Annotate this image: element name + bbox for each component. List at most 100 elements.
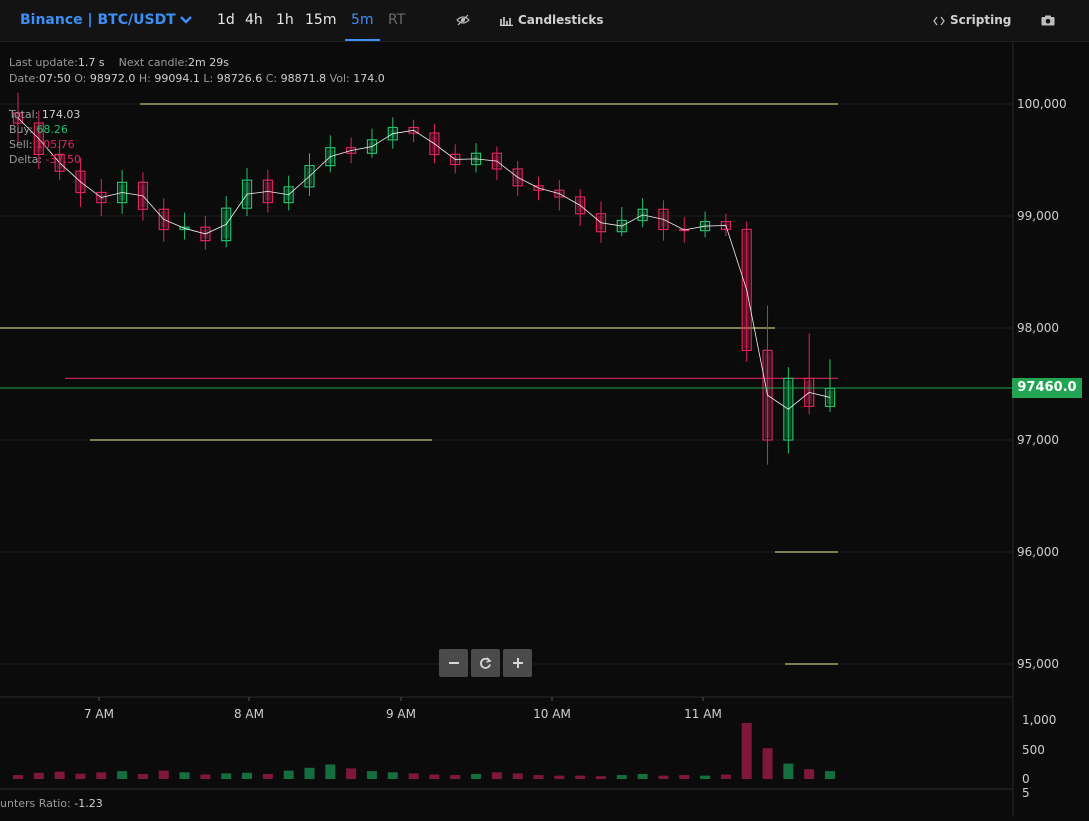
volume-bar	[117, 771, 127, 779]
order-levels	[0, 104, 838, 664]
volume-bar	[617, 775, 627, 779]
volume-bar	[55, 772, 65, 779]
time-tick-label: 10 AM	[533, 707, 571, 721]
chevron-down-icon	[180, 16, 192, 24]
volume-bars	[13, 723, 835, 779]
volume-bar	[13, 775, 23, 779]
volume-bar	[200, 775, 210, 779]
volume-bar	[492, 772, 502, 779]
volume-bar	[679, 775, 689, 779]
volume-bar	[554, 776, 564, 779]
volume-bar	[159, 771, 169, 779]
camera-icon	[1041, 15, 1055, 26]
tf-rt[interactable]: RT	[388, 0, 405, 41]
chart-area[interactable]: 100,00099,00098,00097,00096,00095,000 7 …	[0, 41, 1089, 817]
volume-bar	[221, 773, 231, 779]
buy-value: 68.26	[36, 123, 68, 136]
tf-5m[interactable]: 5m	[351, 0, 374, 41]
code-icon	[933, 16, 945, 26]
volume-bar	[783, 764, 793, 779]
price-tick-label: 100,000	[1017, 97, 1067, 111]
symbol-selector[interactable]: Binance | BTC/USDT	[20, 0, 192, 41]
update-info: Last update:1.7 s Next candle:2m 29s	[9, 56, 229, 69]
ratio-value: -1.23	[74, 797, 102, 810]
volume-bar	[304, 768, 314, 779]
tf-15m[interactable]: 15m	[305, 0, 336, 41]
zoom-in-button[interactable]	[503, 649, 532, 677]
volume-bar	[242, 773, 252, 779]
tf-1d[interactable]: 1d	[217, 0, 235, 41]
volume-axis: 1,00050005	[1022, 713, 1056, 800]
delta-info: Total: 174.03 Buy: 68.26 Sell: 105.76 De…	[9, 107, 81, 167]
next-candle-value: 2m 29s	[188, 56, 229, 69]
ohlc-info: Date:07:50 O: 98972.0 H: 99094.1 L: 9872…	[9, 72, 385, 85]
volume-bar	[742, 723, 752, 779]
chart-type-button[interactable]: Candlesticks	[500, 0, 604, 41]
zoom-out-button[interactable]	[439, 649, 468, 677]
reset-zoom-button[interactable]	[471, 649, 500, 677]
volume-bar	[450, 775, 460, 779]
volume-bar	[34, 773, 44, 779]
volume-bar	[138, 774, 148, 779]
price-chart[interactable]: 100,00099,00098,00097,00096,00095,000 7 …	[0, 41, 1089, 817]
time-tick-label: 11 AM	[684, 707, 722, 721]
total-value: 174.03	[42, 108, 81, 121]
volume-bar	[763, 748, 773, 779]
volume-bar	[346, 768, 356, 779]
time-tick-label: 8 AM	[234, 707, 264, 721]
volume-bar	[638, 774, 648, 779]
scripting-label: Scripting	[950, 13, 1011, 27]
time-axis[interactable]: 7 AM 8 AM 9 AM 10 AM 11 AM	[84, 697, 722, 721]
volume-bar	[429, 775, 439, 779]
delta-value: -37.50	[46, 153, 81, 166]
volume-bar	[263, 774, 273, 779]
volume-bar	[75, 774, 85, 779]
date-value: 07:50	[39, 72, 71, 85]
eye-off-icon	[456, 14, 470, 26]
high-value: 99094.1	[154, 72, 200, 85]
volume-bar	[96, 772, 106, 779]
volume-bar	[388, 772, 398, 779]
volume-bar	[409, 773, 419, 779]
tf-4h[interactable]: 4h	[245, 0, 263, 41]
volume-bar	[180, 772, 190, 779]
top-toolbar: Binance | BTC/USDT 1d 4h 1h 15m 5m RT Ca…	[0, 0, 1089, 42]
volume-tick-label: 500	[1022, 743, 1045, 757]
volume-bar	[471, 774, 481, 779]
symbol-label: Binance | BTC/USDT	[20, 12, 176, 28]
volume-bar	[700, 776, 710, 779]
volume-tick-label: 5	[1022, 786, 1030, 800]
time-tick-label: 7 AM	[84, 707, 114, 721]
last-update-value: 1.7 s	[78, 56, 105, 69]
plus-icon	[512, 657, 524, 669]
price-tick-label: 96,000	[1017, 545, 1059, 559]
tf-1h[interactable]: 1h	[276, 0, 294, 41]
open-value: 98972.0	[90, 72, 136, 85]
volume-bar	[325, 764, 335, 779]
candles	[14, 93, 835, 465]
visibility-toggle[interactable]	[456, 0, 470, 41]
price-tick-label: 99,000	[1017, 209, 1059, 223]
volume-bar	[575, 776, 585, 779]
minus-icon	[448, 657, 460, 669]
vol-value: 174.0	[353, 72, 385, 85]
moving-average-line	[18, 118, 830, 409]
close-value: 98871.8	[281, 72, 327, 85]
time-tick-label: 9 AM	[386, 707, 416, 721]
volume-bar	[596, 776, 606, 779]
chart-type-label: Candlesticks	[518, 13, 604, 27]
refresh-icon	[479, 657, 492, 670]
volume-bar	[534, 775, 544, 779]
current-price-tag: 97460.0	[1012, 378, 1082, 398]
volume-bar	[367, 771, 377, 779]
grid-lines	[0, 104, 1013, 664]
volume-bar	[513, 773, 523, 779]
chart-bars-icon	[500, 15, 513, 26]
volume-bar	[284, 771, 294, 779]
volume-bar	[825, 771, 835, 779]
volume-bar	[658, 776, 668, 779]
price-tick-label: 97,000	[1017, 433, 1059, 447]
scripting-button[interactable]: Scripting	[933, 0, 1011, 41]
volume-tick-label: 1,000	[1022, 713, 1056, 727]
screenshot-button[interactable]	[1041, 0, 1055, 41]
